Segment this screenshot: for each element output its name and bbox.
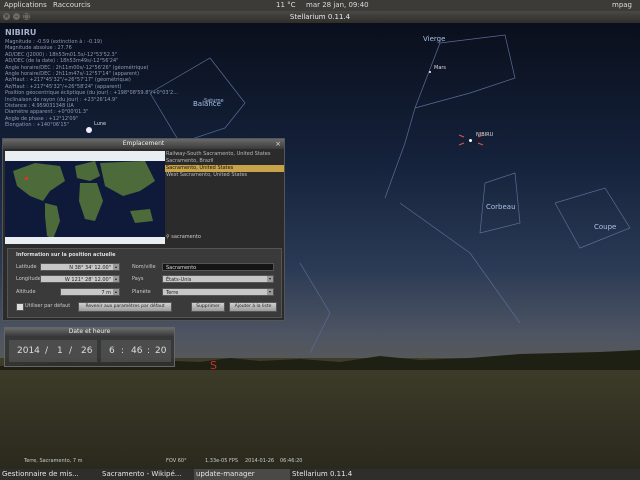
- chevron-down-icon: ▾: [267, 276, 273, 282]
- mars-star: [429, 71, 431, 73]
- longitude-field[interactable]: W 121° 28' 12.00" ▴: [40, 275, 120, 283]
- taskbar: Gestionnaire de mis... Sacramento - Wiki…: [0, 469, 640, 480]
- label-coupe: Coupe: [594, 223, 617, 231]
- weather-indicator[interactable]: 11 °C: [276, 0, 296, 11]
- date-separator: /: [69, 346, 73, 356]
- applications-menu[interactable]: Applications: [4, 0, 47, 11]
- spinner-icon[interactable]: ▴: [113, 276, 119, 282]
- latitude-label: Latitude: [16, 264, 37, 270]
- section-title: Information sur la position actuelle: [16, 252, 116, 258]
- datetime-panel: Date et heure 2014 / 1 / 26 6 : 46 : 20: [4, 327, 175, 367]
- country-value: États-Unis: [166, 277, 192, 283]
- label-vierge: Vierge: [423, 35, 446, 43]
- default-checkbox[interactable]: [16, 303, 24, 311]
- taskbar-item[interactable]: update-manager: [194, 469, 290, 480]
- status-location: Terre, Sacramento, 7 m: [24, 458, 83, 464]
- moon[interactable]: [86, 127, 92, 133]
- list-item[interactable]: West Sacramento, United States: [165, 172, 284, 179]
- selection-marker-icon: [458, 134, 484, 146]
- delete-button[interactable]: Supprimer: [191, 302, 225, 312]
- time-separator: :: [147, 346, 151, 356]
- time-separator: :: [121, 346, 125, 356]
- reset-defaults-button[interactable]: Revenir aux paramètres par défaut: [78, 302, 172, 312]
- date-separator: /: [45, 346, 49, 356]
- object-info-line: Position géocentrique écliptique (du jou…: [5, 90, 178, 97]
- planet-value: Terre: [166, 290, 179, 296]
- label-lune: Lune: [94, 121, 107, 127]
- location-list[interactable]: Railway-South Sacramento, United States S…: [165, 151, 284, 231]
- day-field[interactable]: 26: [81, 346, 92, 356]
- window-title: Stellarium 0.11.4: [289, 13, 351, 21]
- longitude-value: W 121° 28' 12.00": [64, 277, 111, 283]
- altitude-field[interactable]: 7 m ▴: [60, 288, 120, 296]
- minute-field[interactable]: 46: [131, 346, 142, 356]
- altitude-value: 7 m: [101, 290, 111, 296]
- status-fov: FOV 60°: [166, 458, 187, 464]
- taskbar-item-label: Gestionnaire de mis...: [2, 470, 79, 478]
- list-item[interactable]: Sacramento, Brazil: [165, 158, 284, 165]
- chevron-down-icon: ▾: [267, 289, 273, 295]
- default-checkbox-label: Utiliser par défaut: [25, 303, 71, 309]
- latitude-value: N 38° 34' 12.00": [69, 265, 111, 271]
- search-icon: ⚲: [166, 234, 170, 240]
- country-label: Pays: [132, 276, 144, 282]
- close-icon[interactable]: ×: [275, 139, 281, 149]
- altitude-label: Altitude: [16, 289, 36, 295]
- month-field[interactable]: 1: [57, 346, 63, 356]
- current-position-section: Information sur la position actuelle Lat…: [7, 248, 282, 318]
- year-field[interactable]: 2014: [17, 346, 40, 356]
- datetime-title: Date et heure: [5, 328, 174, 336]
- planet-select[interactable]: Terre ▾: [162, 288, 274, 296]
- planet-label: Planète: [132, 289, 151, 295]
- longitude-label: Longitude: [16, 276, 41, 282]
- date-box: 2014 / 1 / 26: [9, 340, 97, 362]
- add-to-list-button[interactable]: Ajouter à la liste: [229, 302, 277, 312]
- user-menu[interactable]: mpag: [612, 0, 632, 11]
- taskbar-item[interactable]: Stellarium 0.11.4: [290, 469, 388, 480]
- name-label: Nom/ville: [132, 264, 156, 270]
- latitude-field[interactable]: N 38° 34' 12.00" ▴: [40, 263, 120, 271]
- taskbar-item-label: update-manager: [196, 470, 255, 478]
- object-details: Magnitude : -0.59 (extinction à : -0.19)…: [5, 39, 178, 129]
- object-name: NIBIRU: [5, 28, 37, 37]
- hour-field[interactable]: 6: [109, 346, 115, 356]
- label-corbeau: Corbeau: [486, 203, 516, 211]
- spinner-icon[interactable]: ▴: [113, 264, 119, 270]
- label-mars: Mars: [434, 65, 447, 71]
- second-field[interactable]: 20: [155, 346, 166, 356]
- list-item[interactable]: Sacramento, United States: [165, 165, 284, 172]
- time-box: 6 : 46 : 20: [101, 340, 171, 362]
- object-info: NIBIRU Magnitude : -0.59 (extinction à : …: [5, 27, 178, 129]
- ground-landscape: [0, 350, 640, 469]
- spinner-icon[interactable]: ▴: [113, 289, 119, 295]
- status-date: 2014-01-26: [245, 458, 275, 464]
- taskbar-item[interactable]: Gestionnaire de mis...: [0, 469, 100, 480]
- taskbar-item[interactable]: Sacramento - Wikipé...: [100, 469, 194, 480]
- location-panel: Emplacement × Railway-South Sacramento, …: [2, 138, 285, 321]
- label-balance: Balance: [193, 100, 221, 108]
- status-time: 06:46:20: [280, 458, 303, 464]
- list-item[interactable]: Railway-South Sacramento, United States: [165, 151, 284, 158]
- world-map-drawing: [5, 151, 165, 244]
- search-input[interactable]: sacramento: [171, 234, 201, 240]
- taskbar-item-label: Stellarium 0.11.4: [292, 470, 353, 478]
- location-search[interactable]: ⚲ sacramento: [166, 233, 283, 242]
- country-select[interactable]: États-Unis ▾: [162, 275, 274, 283]
- status-bar: Terre, Sacramento, 7 m FOV 60° 1.33e-05 …: [0, 454, 640, 469]
- cardinal-south: S: [210, 359, 217, 372]
- shortcuts-menu[interactable]: Raccourcis: [53, 0, 91, 11]
- clock-indicator[interactable]: mar 28 jan, 09:40: [306, 0, 369, 11]
- name-input[interactable]: Sacramento: [162, 263, 274, 271]
- system-top-bar: Applications Raccourcis 11 °C mar 28 jan…: [0, 0, 640, 11]
- window-titlebar: × – □ Stellarium 0.11.4: [0, 11, 640, 23]
- world-map[interactable]: [5, 151, 165, 244]
- location-panel-title: Emplacement: [3, 139, 284, 149]
- taskbar-item-label: Sacramento - Wikipé...: [102, 470, 182, 478]
- status-fps: 1.33e-05 FPS: [205, 458, 239, 464]
